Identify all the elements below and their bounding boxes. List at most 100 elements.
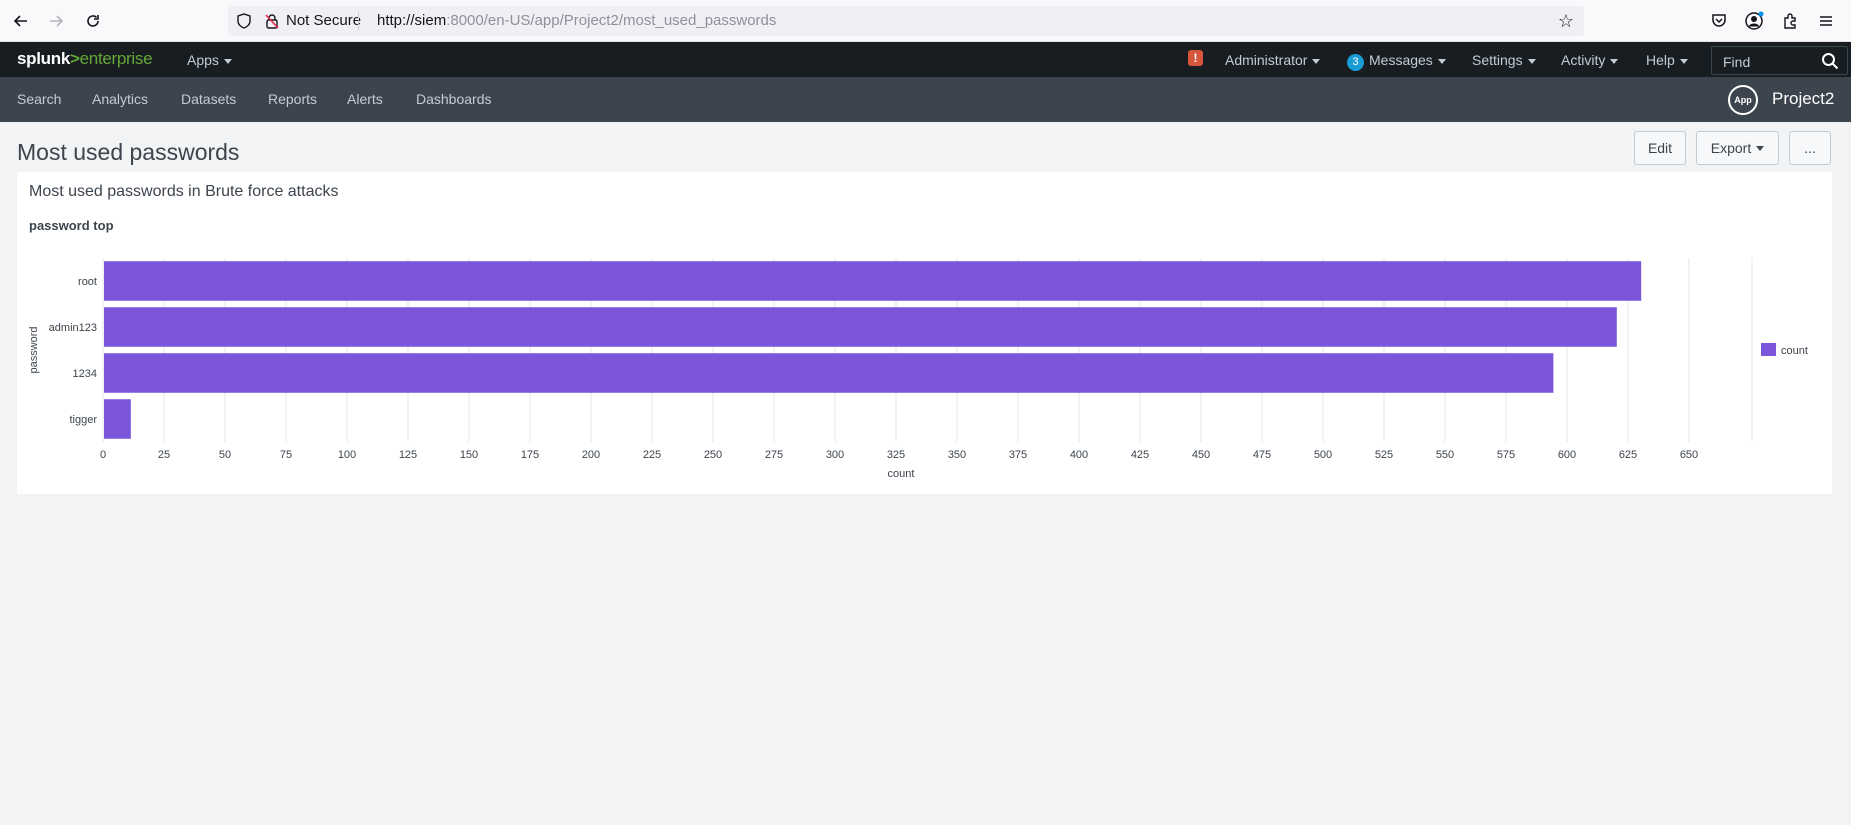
insecure-lock-icon[interactable] <box>264 13 280 29</box>
url-text[interactable]: http://siem:8000/en-US/app/Project2/most… <box>377 12 776 29</box>
app-nav-datasets[interactable]: Datasets <box>181 91 236 107</box>
apps-menu-label: Apps <box>187 52 219 68</box>
x-tick-label: 325 <box>887 449 905 461</box>
x-tick-label: 0 <box>100 449 106 461</box>
x-tick-label: 75 <box>280 449 292 461</box>
app-nav-alerts[interactable]: Alerts <box>347 91 383 107</box>
chevron-down-icon <box>1527 58 1536 64</box>
x-tick-label: 475 <box>1253 449 1271 461</box>
legend-swatch[interactable] <box>1761 343 1776 356</box>
url-separator <box>358 12 359 30</box>
pocket-icon[interactable] <box>1708 10 1730 32</box>
y-axis-title: password <box>28 326 40 373</box>
bar-chart: 0 25 50 75 100 125 150 175 200 225 250 275 300 325 350… <box>28 258 1808 480</box>
splunk-logo[interactable]: splunk>enterprise <box>17 49 153 69</box>
extensions-icon[interactable] <box>1779 10 1801 32</box>
x-tick-label: 100 <box>338 449 356 461</box>
chart-legend: count <box>1761 343 1808 357</box>
browser-toolbar: Not Secure http://siem:8000/en-US/app/Pr… <box>0 0 1851 42</box>
chevron-down-icon <box>223 58 232 64</box>
user-menu-label: Administrator <box>1225 52 1308 68</box>
x-tick-label: 250 <box>704 449 722 461</box>
messages-menu-label: Messages <box>1369 52 1433 68</box>
bar-root[interactable] <box>104 261 1642 301</box>
settings-menu-label: Settings <box>1472 52 1523 68</box>
find-input[interactable]: Find <box>1711 46 1848 75</box>
legend-label[interactable]: count <box>1781 345 1808 357</box>
account-icon[interactable] <box>1743 10 1765 32</box>
x-tick-label: 425 <box>1131 449 1149 461</box>
health-alert-icon[interactable]: ! <box>1188 50 1203 66</box>
x-tick-label: 525 <box>1375 449 1393 461</box>
url-host: http://siem <box>377 12 447 29</box>
bar-1234[interactable] <box>104 353 1554 393</box>
chart-bars <box>104 261 1642 439</box>
menu-icon[interactable] <box>1815 10 1837 32</box>
app-nav-analytics[interactable]: Analytics <box>92 91 148 107</box>
forward-icon[interactable] <box>44 9 68 33</box>
page-title: Most used passwords <box>17 139 240 165</box>
chevron-down-icon <box>1437 58 1446 64</box>
x-tick-label: 150 <box>460 449 478 461</box>
y-tick-label: admin123 <box>49 322 97 334</box>
help-menu-label: Help <box>1646 52 1675 68</box>
activity-menu-label: Activity <box>1561 52 1606 68</box>
user-menu[interactable]: Administrator <box>1225 52 1321 68</box>
bar-admin123[interactable] <box>104 307 1617 347</box>
chevron-down-icon <box>1610 58 1619 64</box>
x-tick-label: 375 <box>1009 449 1027 461</box>
search-icon[interactable] <box>1821 52 1839 75</box>
splunk-global-bar: splunk>enterprise Apps ! Administrator 3… <box>0 42 1851 77</box>
app-bar: Search Analytics Datasets Reports Alerts… <box>0 77 1851 122</box>
bar-tigger[interactable] <box>104 399 131 439</box>
x-tick-label: 275 <box>765 449 783 461</box>
x-tick-label: 400 <box>1070 449 1088 461</box>
logo-gt: > <box>70 49 80 68</box>
x-tick-label: 600 <box>1558 449 1576 461</box>
x-tick-label: 550 <box>1436 449 1454 461</box>
app-nav-reports[interactable]: Reports <box>268 91 317 107</box>
x-tick-label: 350 <box>948 449 966 461</box>
more-actions-label: ... <box>1804 140 1816 156</box>
help-menu[interactable]: Help <box>1646 52 1688 68</box>
y-tick-label: tigger <box>69 414 97 426</box>
chevron-down-icon <box>1756 145 1765 151</box>
chevron-down-icon <box>1679 58 1688 64</box>
y-tick-label: 1234 <box>73 368 97 380</box>
x-tick-label: 50 <box>219 449 231 461</box>
logo-brand: splunk <box>17 49 70 68</box>
not-secure-label[interactable]: Not Secure <box>286 12 361 29</box>
app-nav-search[interactable]: Search <box>17 91 61 107</box>
x-tick-label: 200 <box>582 449 600 461</box>
url-path: :8000/en-US/app/Project2/most_used_passw… <box>446 12 777 29</box>
activity-menu[interactable]: Activity <box>1561 52 1619 68</box>
messages-menu[interactable]: 3 Messages <box>1347 52 1446 71</box>
x-tick-label: 450 <box>1192 449 1210 461</box>
tracking-shield-icon[interactable] <box>236 13 252 29</box>
app-icon-badge: App <box>1728 85 1758 115</box>
logo-product: enterprise <box>79 49 153 68</box>
x-tick-label: 625 <box>1619 449 1637 461</box>
x-tick-label: 125 <box>399 449 417 461</box>
messages-count-badge: 3 <box>1347 54 1364 71</box>
x-tick-label: 500 <box>1314 449 1332 461</box>
edit-button-label: Edit <box>1647 140 1673 156</box>
x-tick-label: 25 <box>158 449 170 461</box>
export-button-label: Export <box>1710 140 1752 156</box>
more-actions-button[interactable]: ... <box>1789 131 1831 165</box>
url-bar[interactable]: Not Secure http://siem:8000/en-US/app/Pr… <box>228 6 1584 36</box>
back-icon[interactable] <box>9 9 33 33</box>
apps-menu[interactable]: Apps <box>187 52 232 68</box>
dashboard-panel: Most used passwords in Brute force attac… <box>17 172 1832 494</box>
app-nav-dashboards[interactable]: Dashboards <box>416 91 492 107</box>
x-axis-title: count <box>888 468 915 480</box>
bookmark-star-icon[interactable]: ☆ <box>1558 11 1574 32</box>
export-button[interactable]: Export <box>1696 131 1779 165</box>
find-placeholder: Find <box>1723 54 1751 70</box>
app-name[interactable]: Project2 <box>1772 89 1834 109</box>
edit-button[interactable]: Edit <box>1634 131 1686 165</box>
reload-icon[interactable] <box>81 9 105 33</box>
x-tick-label: 650 <box>1680 449 1698 461</box>
settings-menu[interactable]: Settings <box>1472 52 1536 68</box>
x-tick-label: 175 <box>521 449 539 461</box>
